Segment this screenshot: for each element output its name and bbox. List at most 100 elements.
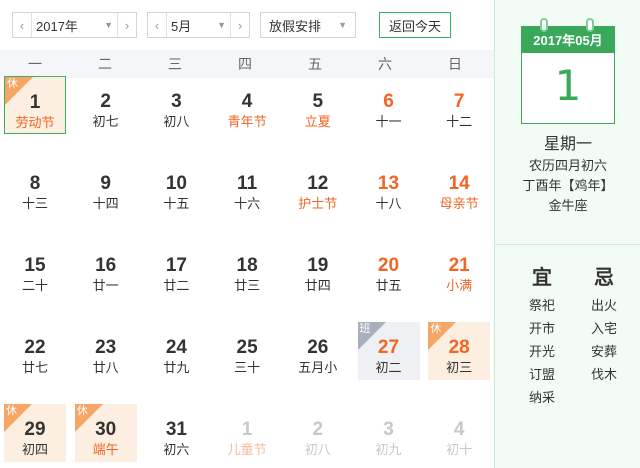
yi-item: 开光	[528, 344, 555, 359]
lunar-label: 三十	[234, 360, 261, 375]
day-number: 2	[312, 419, 324, 440]
day-cell[interactable]: 31 初六	[145, 404, 207, 462]
lunar-label: 十三	[21, 196, 48, 211]
day-number: 1	[241, 419, 253, 440]
yi-item: 开市	[528, 321, 555, 336]
lunar-label: 廿九	[163, 360, 190, 375]
next-month-icon[interactable]: ›	[231, 13, 249, 37]
day-cell[interactable]: 9 十四	[75, 158, 137, 216]
day-cell[interactable]: 11 十六	[216, 158, 278, 216]
day-cell[interactable]: 1 儿童节	[216, 404, 278, 462]
weekday-label: 五	[308, 56, 322, 72]
lunar-label: 二十	[21, 278, 48, 293]
month-dropdown[interactable]: 5月 ▼	[166, 13, 231, 37]
lunar-label: 初七	[92, 114, 119, 129]
day-cell[interactable]: 19 廿四	[287, 240, 349, 298]
weekday-label: 三	[168, 56, 182, 72]
yi-item: 祭祀	[528, 298, 555, 313]
day-cell[interactable]: 3 初九	[358, 404, 420, 462]
festival-label: 儿童节	[227, 442, 267, 457]
day-cell[interactable]: 2 初八	[287, 404, 349, 462]
lunar-label: 初八	[304, 442, 331, 457]
day-cell[interactable]: 18 廿三	[216, 240, 278, 298]
day-cell[interactable]: 5 立夏	[287, 76, 349, 134]
next-year-icon[interactable]: ›	[118, 13, 136, 37]
festival-label: 护士节	[298, 196, 338, 211]
day-cell[interactable]: 3 初八	[145, 76, 207, 134]
day-number: 16	[95, 255, 117, 276]
lunar-label: 十五	[163, 196, 190, 211]
weekday-label: 一	[28, 56, 42, 72]
lunar-label: 初十	[446, 442, 473, 457]
day-number: 11	[237, 173, 258, 194]
day-cell[interactable]: 14 母亲节	[428, 158, 490, 216]
detail-info: 星期一 农历四月初六 丁酉年【鸡年】 金牛座	[495, 134, 640, 216]
day-cell[interactable]: 15 二十	[4, 240, 66, 298]
year-selector: ‹ 2017年 ▼ ›	[12, 12, 137, 38]
weekday-label: 二	[98, 56, 112, 72]
month-label: 5月	[171, 18, 192, 34]
day-cell[interactable]: 4 青年节	[216, 76, 278, 134]
lunar-label: 廿四	[304, 278, 331, 293]
chevron-down-icon: ▼	[338, 20, 347, 30]
festival-label: 母亲节	[439, 196, 479, 211]
festival-label: 立夏	[304, 114, 331, 129]
day-cell[interactable]: 2 初七	[75, 76, 137, 134]
holiday-label: 放假安排	[269, 18, 322, 34]
chevron-down-icon: ▼	[104, 20, 113, 30]
day-cell[interactable]: 班 27 初二	[357, 322, 420, 380]
day-cell[interactable]: 25 三十	[216, 322, 278, 380]
lunar-label: 初九	[375, 442, 402, 457]
day-number: 4	[453, 419, 465, 440]
day-cell[interactable]: 23 廿八	[75, 322, 137, 380]
day-number: 12	[307, 173, 329, 194]
day-cell[interactable]: 20 廿五	[358, 240, 420, 298]
chevron-down-icon: ▼	[217, 20, 226, 30]
day-cell[interactable]: 6 十一	[358, 76, 420, 134]
badge-label: 休	[76, 405, 88, 417]
holiday-dropdown[interactable]: 放假安排 ▼	[260, 12, 356, 38]
year-dropdown[interactable]: 2017年 ▼	[31, 13, 118, 37]
day-cell[interactable]: 13 十八	[358, 158, 420, 216]
day-cell[interactable]: 26 五月小	[287, 322, 349, 380]
day-cell[interactable]: 休 28 初三	[428, 322, 491, 380]
lunar-label: 廿二	[163, 278, 190, 293]
day-cell[interactable]: 休 29 初四	[4, 404, 66, 462]
day-cell[interactable]: 21 小满	[428, 240, 490, 298]
day-number: 18	[236, 255, 258, 276]
day-cell[interactable]: 7 十二	[428, 76, 490, 134]
detail-month-header: 2017年05月	[522, 27, 614, 53]
ji-item: 入宅	[590, 321, 617, 336]
ji-title: 忌	[594, 265, 614, 289]
lunar-label: 初三	[446, 360, 473, 375]
day-number: 25	[236, 337, 258, 358]
day-cell[interactable]: 17 廿二	[145, 240, 207, 298]
day-cell[interactable]: 休 30 端午	[74, 404, 137, 462]
prev-month-icon[interactable]: ‹	[148, 13, 166, 37]
day-number: 15	[24, 255, 46, 276]
ji-item: 安葬	[590, 344, 617, 359]
back-to-today-button[interactable]: 返回今天	[379, 12, 451, 38]
lunar-label: 十八	[375, 196, 402, 211]
lunar-label: 初二	[375, 360, 402, 375]
day-cell[interactable]: 16 廿一	[75, 240, 137, 298]
year-label: 2017年	[36, 18, 78, 34]
lunar-label: 十一	[375, 114, 402, 129]
day-cell-today[interactable]: 休 1 劳动节	[4, 76, 66, 134]
day-cell[interactable]: 22 廿七	[4, 322, 66, 380]
day-cell[interactable]: 10 十五	[145, 158, 207, 216]
prev-year-icon[interactable]: ‹	[13, 13, 31, 37]
day-cell[interactable]: 8 十三	[4, 158, 66, 216]
festival-label: 端午	[92, 442, 119, 457]
day-cell[interactable]: 4 初十	[428, 404, 490, 462]
weekday-header: 一 二 三 四 五 六 日	[0, 50, 494, 78]
lunar-label: 廿三	[234, 278, 261, 293]
day-cell[interactable]: 12 护士节	[287, 158, 349, 216]
detail-constellation: 金牛座	[548, 198, 588, 213]
day-number: 23	[95, 337, 117, 358]
day-number: 20	[377, 255, 400, 276]
day-number: 21	[448, 255, 470, 276]
day-number: 9	[100, 173, 111, 194]
day-cell[interactable]: 24 廿九	[145, 322, 207, 380]
day-number: 4	[241, 91, 253, 112]
